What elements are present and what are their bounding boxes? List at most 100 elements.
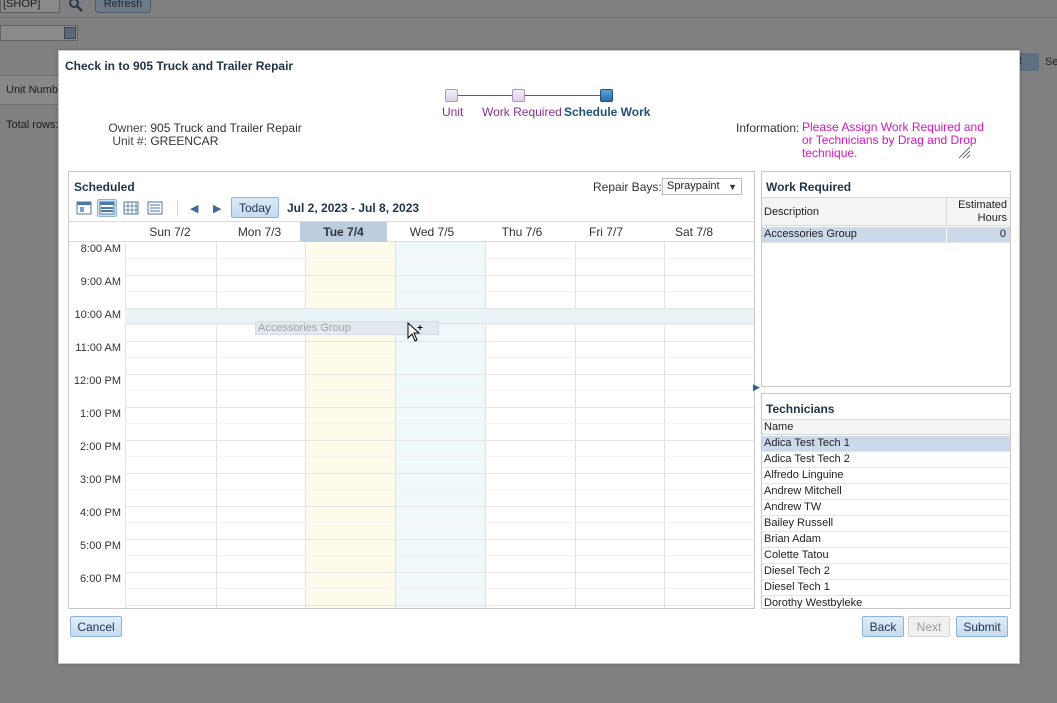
- filter-select[interactable]: [0, 25, 78, 41]
- technician-row[interactable]: Andrew Mitchell: [762, 484, 1010, 500]
- technician-row[interactable]: Bailey Russell: [762, 516, 1010, 532]
- time-label: 2:00 PM: [80, 441, 121, 453]
- day-column[interactable]: [664, 242, 754, 608]
- time-label: 1:00 PM: [80, 408, 121, 420]
- today-button[interactable]: Today: [231, 197, 279, 218]
- process-train: Unit Work Required Schedule Work: [439, 89, 679, 129]
- technician-row[interactable]: Dorothy Westbyleke: [762, 596, 1010, 608]
- half-hour-line: [125, 456, 754, 457]
- hour-line: [125, 473, 754, 474]
- technicians-table-header: Name: [762, 419, 1010, 435]
- name-column-header[interactable]: Name: [764, 421, 793, 433]
- hour-line: [125, 506, 754, 507]
- day-column-today[interactable]: [305, 242, 395, 608]
- shop-field[interactable]: [SHOP]: [0, 0, 60, 13]
- half-hour-line: [125, 489, 754, 490]
- train-label-work-required[interactable]: Work Required: [482, 105, 562, 119]
- half-hour-line: [125, 588, 754, 589]
- day-column[interactable]: [575, 242, 664, 608]
- chevron-down-icon: ▼: [728, 182, 737, 192]
- train-stop-work-required[interactable]: [512, 89, 525, 102]
- time-label: 3:00 PM: [80, 474, 121, 486]
- hour-line: [125, 374, 754, 375]
- estimated-hours-column-header[interactable]: Estimated Hours: [952, 199, 1007, 225]
- train-label-unit[interactable]: Unit: [442, 105, 463, 119]
- day-column[interactable]: [485, 242, 575, 608]
- repair-bays-value: Spraypaint: [667, 180, 720, 192]
- hour-line: [125, 275, 754, 276]
- train-connector: [525, 95, 605, 96]
- splitter-arrow-icon[interactable]: ▶: [753, 382, 761, 398]
- list-view-icon[interactable]: [145, 199, 165, 217]
- technician-row[interactable]: Alfredo Linguine: [762, 468, 1010, 484]
- refresh-button[interactable]: Refresh: [95, 0, 151, 13]
- cancel-button[interactable]: Cancel: [70, 616, 122, 637]
- hour-line: [125, 308, 754, 309]
- half-hour-line: [125, 423, 754, 424]
- technician-row[interactable]: Diesel Tech 2: [762, 564, 1010, 580]
- train-stop-schedule-work[interactable]: [600, 89, 613, 102]
- divider: [0, 17, 1057, 18]
- time-label: 5:00 PM: [80, 540, 121, 552]
- day-header[interactable]: Wed 7/5: [387, 222, 477, 242]
- day-header[interactable]: Sat 7/8: [649, 222, 739, 242]
- technician-row[interactable]: Diesel Tech 1: [762, 580, 1010, 596]
- unit-value: GREENCAR: [150, 134, 219, 148]
- half-hour-line: [125, 390, 754, 391]
- back-button[interactable]: Back: [862, 616, 904, 637]
- technicians-title: Technicians: [766, 402, 835, 416]
- unit-label: Unit #:: [112, 134, 147, 148]
- day-view-icon[interactable]: [74, 199, 94, 217]
- day-header[interactable]: Sun 7/2: [125, 222, 215, 242]
- work-required-panel: Work Required Description Estimated Hour…: [761, 171, 1011, 387]
- drag-cursor-icon: [407, 321, 425, 344]
- previous-arrow-icon[interactable]: ◀: [190, 202, 200, 215]
- search-icon[interactable]: [68, 0, 84, 13]
- time-grid[interactable]: 8:00 AM 9:00 AM 10:00 AM 11:00 AM 12:00 …: [69, 242, 754, 608]
- hour-line: [125, 440, 754, 441]
- submit-button[interactable]: Submit: [956, 616, 1008, 637]
- column-divider: [946, 227, 947, 243]
- technician-row[interactable]: Colette Tatou: [762, 548, 1010, 564]
- background-toolbar: [SHOP] Refresh: [0, 0, 1057, 17]
- chevron-down-icon[interactable]: [64, 27, 76, 39]
- technician-row[interactable]: Brian Adam: [762, 532, 1010, 548]
- drop-target-row[interactable]: [125, 308, 754, 324]
- next-arrow-icon[interactable]: ▶: [213, 202, 223, 215]
- time-label: 12:00 PM: [73, 375, 121, 387]
- month-view-icon[interactable]: [121, 199, 141, 217]
- day-column[interactable]: [395, 242, 485, 608]
- work-description: Accessories Group: [764, 228, 857, 240]
- hour-line: [125, 341, 754, 342]
- total-rows-label: Total rows:: [6, 119, 59, 131]
- half-hour-line: [125, 324, 754, 325]
- next-button[interactable]: Next: [908, 616, 950, 637]
- day-header[interactable]: Fri 7/7: [561, 222, 651, 242]
- work-required-table-header: Description Estimated Hours: [762, 197, 1010, 227]
- technician-row[interactable]: Adica Test Tech 2: [762, 452, 1010, 468]
- day-column[interactable]: [216, 242, 305, 608]
- day-header[interactable]: Mon 7/3: [215, 222, 304, 242]
- train-label-schedule-work[interactable]: Schedule Work: [564, 105, 650, 119]
- time-label: 10:00 AM: [74, 309, 121, 321]
- owner-value: 905 Truck and Trailer Repair: [150, 121, 302, 135]
- day-column[interactable]: [125, 242, 216, 608]
- time-label: 11:00 AM: [75, 342, 121, 354]
- work-required-row[interactable]: Accessories Group 0: [762, 227, 1010, 243]
- estimated-hours-header-line: Hours: [977, 212, 1007, 224]
- technician-row[interactable]: Andrew TW: [762, 500, 1010, 516]
- half-hour-line: [125, 258, 754, 259]
- calendar-toolbar: ◀ ▶ Today Jul 2, 2023 - Jul 8, 2023: [74, 197, 744, 219]
- day-header[interactable]: Thu 7/6: [477, 222, 567, 242]
- day-header-today[interactable]: Tue 7/4: [300, 222, 387, 242]
- owner-label: Owner:: [108, 121, 147, 135]
- time-label: 4:00 PM: [80, 507, 121, 519]
- repair-bays-label: Repair Bays:: [593, 180, 662, 194]
- repair-bays-select[interactable]: Spraypaint ▼: [662, 178, 742, 195]
- train-stop-unit[interactable]: [445, 89, 458, 102]
- unit-number-header[interactable]: Unit Number: [0, 75, 60, 105]
- resize-grip-icon[interactable]: [957, 145, 971, 159]
- week-view-icon[interactable]: [97, 199, 117, 217]
- description-column-header[interactable]: Description: [764, 206, 819, 218]
- technician-row[interactable]: Adica Test Tech 1: [762, 436, 1010, 452]
